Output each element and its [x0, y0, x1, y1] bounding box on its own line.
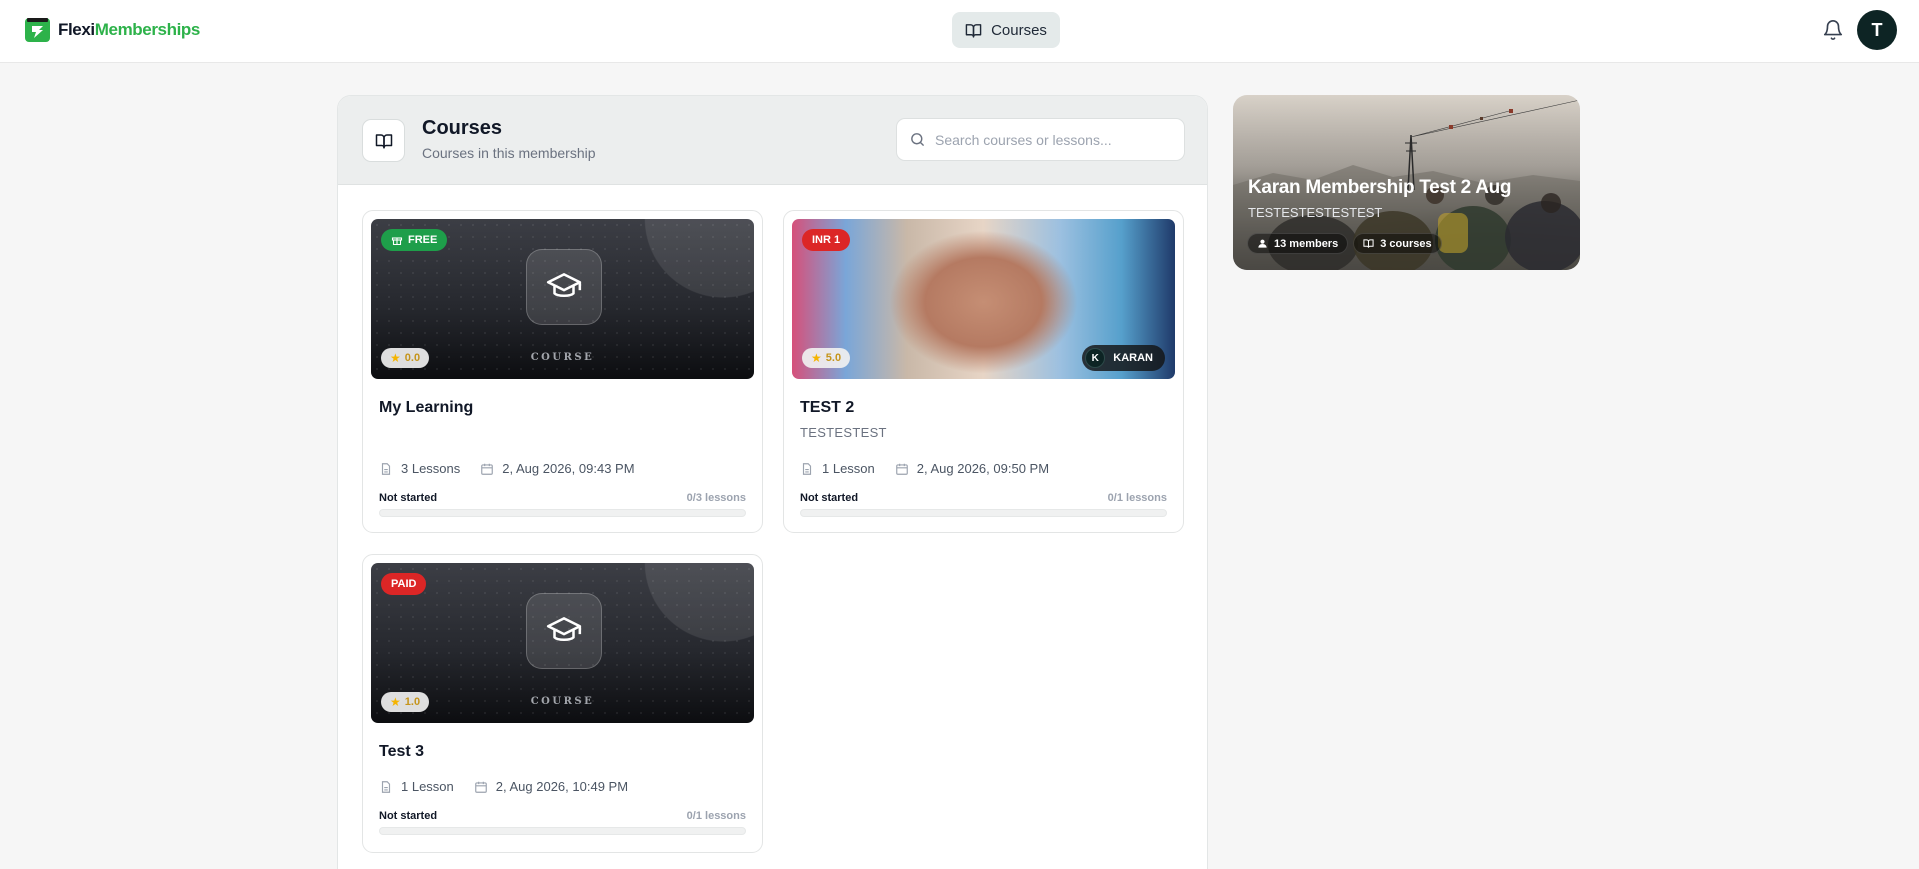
membership-title: Karan Membership Test 2 Aug	[1248, 177, 1512, 198]
courses-count: 3 courses	[1380, 237, 1432, 250]
course-date: 2, Aug 2026, 09:50 PM	[916, 461, 1050, 476]
course-title[interactable]: Test 3	[379, 743, 424, 761]
membership-card[interactable]: Karan Membership Test 2 Aug TESTESTESTES…	[1233, 95, 1580, 270]
search-box[interactable]	[896, 118, 1185, 161]
lessons-count: 1 Lesson	[401, 779, 454, 794]
graduation-cap-icon	[546, 273, 582, 297]
price-badge: PAID	[381, 573, 427, 595]
progress-status: Not started	[800, 492, 859, 504]
brand-logo[interactable]: FlexiMemberships	[24, 17, 200, 43]
top-bar: FlexiMemberships Courses T	[0, 0, 1919, 63]
calendar-icon	[474, 781, 487, 793]
rating-value: 5.0	[825, 352, 842, 364]
book-open-icon	[1363, 239, 1374, 248]
course-card[interactable]: COURSE PAID ★ 1.0 Test 3 1 Lesson 2, Aug …	[362, 554, 763, 853]
lessons-count: 1 Lesson	[822, 461, 875, 476]
rating-value: 0.0	[404, 352, 421, 364]
course-card[interactable]: INR 1 ★ 5.0 K KARAN TEST 2 TESTESTEST 1 L…	[783, 210, 1184, 533]
course-card[interactable]: COURSE FREE ★ 0.0 My Learning 3 Lessons 2…	[362, 210, 763, 533]
price-badge-label: FREE	[408, 234, 438, 246]
course-thumbnail[interactable]: COURSE FREE ★ 0.0	[371, 219, 754, 379]
rating-value: 1.0	[404, 696, 421, 708]
author-avatar: K	[1085, 348, 1106, 368]
progress-text: 0/1 lessons	[686, 810, 746, 822]
progress-text: 0/1 lessons	[1107, 492, 1167, 504]
course-thumbnail[interactable]: INR 1 ★ 5.0 K KARAN	[792, 219, 1175, 379]
price-badge: FREE	[381, 229, 448, 251]
user-avatar[interactable]: T	[1857, 10, 1897, 50]
calendar-icon	[481, 463, 494, 475]
panel-title: Courses	[422, 117, 503, 139]
logo-icon	[25, 18, 50, 42]
members-count: 13 members	[1274, 237, 1339, 250]
price-badge-label: PAID	[391, 578, 417, 590]
panel-header: Courses Courses in this membership	[338, 96, 1207, 185]
progress-bar	[379, 827, 746, 835]
star-icon: ★	[811, 351, 822, 365]
author-name: KARAN	[1113, 352, 1153, 364]
rating-badge: ★ 0.0	[381, 348, 430, 368]
file-icon	[802, 462, 812, 475]
gift-icon	[391, 237, 403, 246]
book-open-icon	[375, 133, 392, 148]
panel-icon	[362, 119, 405, 162]
brand-name: FlexiMemberships	[58, 20, 200, 39]
members-pill: 13 members	[1247, 233, 1349, 254]
nav-tab-courses[interactable]: Courses	[952, 12, 1060, 48]
course-date: 2, Aug 2026, 10:49 PM	[495, 779, 629, 794]
bell-icon[interactable]	[1822, 19, 1844, 41]
user-icon	[1258, 239, 1267, 248]
course-meta: 1 Lesson 2, Aug 2026, 10:49 PM	[379, 779, 628, 794]
search-input[interactable]	[935, 131, 1175, 148]
course-subtitle: TESTESTEST	[800, 425, 887, 440]
course-meta: 3 Lessons 2, Aug 2026, 09:43 PM	[379, 461, 635, 476]
nav-tab-label: Courses	[991, 21, 1047, 39]
graduation-cap-icon	[546, 617, 582, 641]
progress-bar	[379, 509, 746, 517]
file-icon	[381, 780, 391, 793]
book-open-icon	[965, 23, 982, 38]
course-thumbnail[interactable]: COURSE PAID ★ 1.0	[371, 563, 754, 723]
author-badge[interactable]: K KARAN	[1082, 345, 1165, 371]
progress-status: Not started	[379, 810, 438, 822]
course-placeholder	[526, 593, 602, 669]
course-title[interactable]: My Learning	[379, 399, 473, 417]
progress-bar	[800, 509, 1167, 517]
star-icon: ★	[390, 695, 401, 709]
course-meta: 1 Lesson 2, Aug 2026, 09:50 PM	[800, 461, 1049, 476]
rating-badge: ★ 5.0	[802, 348, 851, 368]
membership-subtitle: TESTESTESTESTEST	[1248, 205, 1383, 220]
price-badge-label: INR 1	[812, 234, 841, 246]
price-badge: INR 1	[802, 229, 851, 251]
rating-badge: ★ 1.0	[381, 692, 430, 712]
progress-text: 0/3 lessons	[686, 492, 746, 504]
courses-panel: Courses Courses in this membership COURS…	[337, 95, 1208, 869]
lessons-count: 3 Lessons	[401, 461, 461, 476]
membership-stats: 13 members 3 courses	[1247, 233, 1442, 254]
course-placeholder	[526, 249, 602, 325]
file-icon	[381, 462, 391, 475]
courses-pill: 3 courses	[1353, 233, 1442, 254]
panel-subtitle: Courses in this membership	[422, 145, 596, 161]
course-date: 2, Aug 2026, 09:43 PM	[502, 461, 635, 476]
star-icon: ★	[390, 351, 401, 365]
progress-status: Not started	[379, 492, 438, 504]
calendar-icon	[895, 463, 908, 475]
course-title[interactable]: TEST 2	[800, 399, 854, 417]
search-icon	[911, 133, 924, 146]
